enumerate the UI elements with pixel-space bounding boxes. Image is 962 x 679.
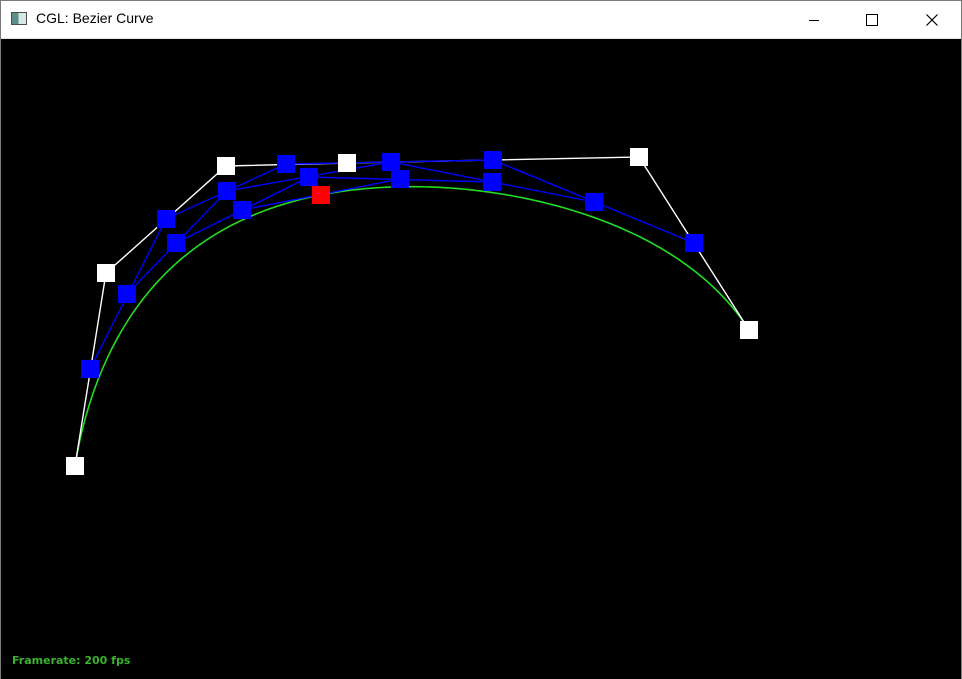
- canvas-background: [1, 39, 961, 679]
- intermediate-point: [382, 153, 400, 171]
- intermediate-point: [483, 173, 501, 191]
- control-point[interactable]: [217, 157, 235, 175]
- intermediate-point: [300, 168, 318, 186]
- minimize-icon: [809, 19, 819, 21]
- intermediate-point: [484, 151, 502, 169]
- control-point[interactable]: [630, 148, 648, 166]
- minimize-button[interactable]: [791, 1, 837, 38]
- close-button[interactable]: [909, 1, 955, 38]
- window-title: CGL: Bezier Curve: [36, 10, 154, 26]
- maximize-icon: [866, 13, 878, 26]
- intermediate-point: [218, 182, 236, 200]
- render-canvas[interactable]: [1, 39, 961, 679]
- intermediate-point: [118, 285, 136, 303]
- control-point[interactable]: [97, 264, 115, 282]
- control-point[interactable]: [66, 457, 84, 475]
- close-icon: [926, 13, 938, 26]
- framerate-label: Framerate: 200 fps: [12, 654, 131, 667]
- control-point[interactable]: [740, 321, 758, 339]
- title-bar[interactable]: CGL: Bezier Curve: [1, 1, 961, 39]
- app-window-icon[interactable]: [11, 12, 27, 25]
- intermediate-point: [277, 155, 295, 173]
- intermediate-point: [585, 193, 603, 211]
- intermediate-point: [685, 234, 703, 252]
- intermediate-point: [157, 210, 175, 228]
- control-point[interactable]: [338, 154, 356, 172]
- intermediate-point: [233, 201, 251, 219]
- intermediate-point: [391, 170, 409, 188]
- intermediate-point: [167, 234, 185, 252]
- intermediate-point: [81, 360, 99, 378]
- app-window: CGL: Bezier Curve Framerate: 200 fps: [0, 0, 962, 679]
- maximize-button[interactable]: [849, 1, 895, 38]
- evaluated-point: [312, 186, 330, 204]
